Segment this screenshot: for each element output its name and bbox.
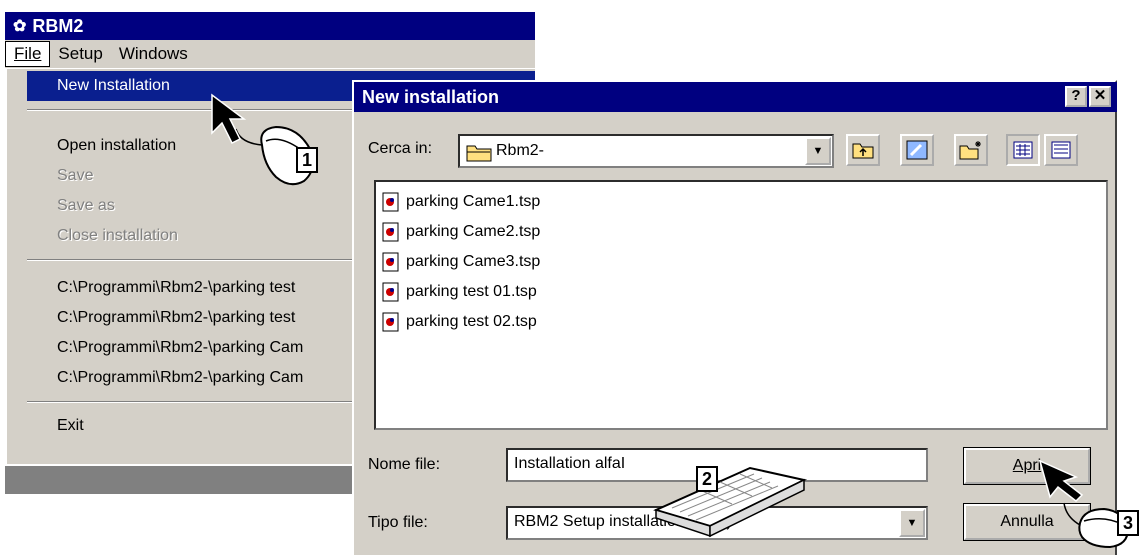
menu-file[interactable]: File xyxy=(5,41,51,67)
filetype-label: Tipo file: xyxy=(368,514,428,531)
callout-number-3: 3 xyxy=(1117,510,1139,536)
callout-number-1: 1 xyxy=(296,147,318,173)
details-view-button[interactable] xyxy=(1044,134,1078,166)
list-item[interactable]: parking Came3.tsp xyxy=(382,250,540,274)
help-button[interactable]: ? xyxy=(1065,86,1087,107)
close-button[interactable]: ✕ xyxy=(1089,86,1111,107)
list-item[interactable]: parking Came1.tsp xyxy=(382,190,540,214)
chevron-down-icon[interactable]: ▼ xyxy=(899,509,925,537)
dialog-title: New installation xyxy=(362,87,500,107)
look-in-dropdown[interactable]: Rbm2- ▼ xyxy=(458,134,834,168)
app-title: RBM2 xyxy=(32,15,84,36)
list-view-icon xyxy=(1013,141,1033,159)
new-folder-button[interactable] xyxy=(954,134,988,166)
app-title-bar: ✿ RBM2 xyxy=(5,12,535,40)
tsp-file-icon xyxy=(382,312,399,332)
tsp-file-icon xyxy=(382,252,399,272)
desktop-button[interactable] xyxy=(900,134,934,166)
menu-windows[interactable]: Windows xyxy=(111,42,196,66)
look-in-value: Rbm2- xyxy=(496,142,545,159)
mouse-click-illustration-1 xyxy=(211,93,314,186)
details-view-icon xyxy=(1051,141,1071,159)
tsp-file-icon xyxy=(382,282,399,302)
menu-setup[interactable]: Setup xyxy=(50,42,110,66)
tsp-file-icon xyxy=(382,222,399,242)
new-folder-icon xyxy=(959,141,981,160)
dialog-title-bar: New installation ? ✕ xyxy=(354,82,1117,112)
menu-bar: File Setup Windows xyxy=(5,40,535,68)
keyboard-illustration xyxy=(653,466,808,538)
keyboard-icon xyxy=(653,466,808,538)
up-folder-icon xyxy=(852,143,874,159)
list-item[interactable]: parking test 01.tsp xyxy=(382,280,537,304)
app-logo-icon: ✿ xyxy=(13,18,27,35)
desktop-icon xyxy=(906,140,928,160)
list-item[interactable]: parking test 02.tsp xyxy=(382,310,537,334)
up-folder-button[interactable] xyxy=(846,134,880,166)
list-item[interactable]: parking Came2.tsp xyxy=(382,220,540,244)
folder-icon xyxy=(466,145,492,162)
tsp-file-icon xyxy=(382,192,399,212)
cursor-arrow-icon xyxy=(1038,459,1084,502)
list-view-button[interactable] xyxy=(1006,134,1040,166)
callout-number-2: 2 xyxy=(696,466,718,492)
cursor-arrow-icon xyxy=(211,93,247,145)
filename-label: Nome file: xyxy=(368,456,441,473)
look-in-label: Cerca in: xyxy=(368,140,433,157)
text-cursor-icon: I xyxy=(620,455,626,472)
file-list[interactable]: parking Came1.tsp parking Came2.tsp park… xyxy=(374,180,1108,430)
mouse-click-illustration-3 xyxy=(1038,459,1130,549)
chevron-down-icon[interactable]: ▼ xyxy=(805,137,831,165)
